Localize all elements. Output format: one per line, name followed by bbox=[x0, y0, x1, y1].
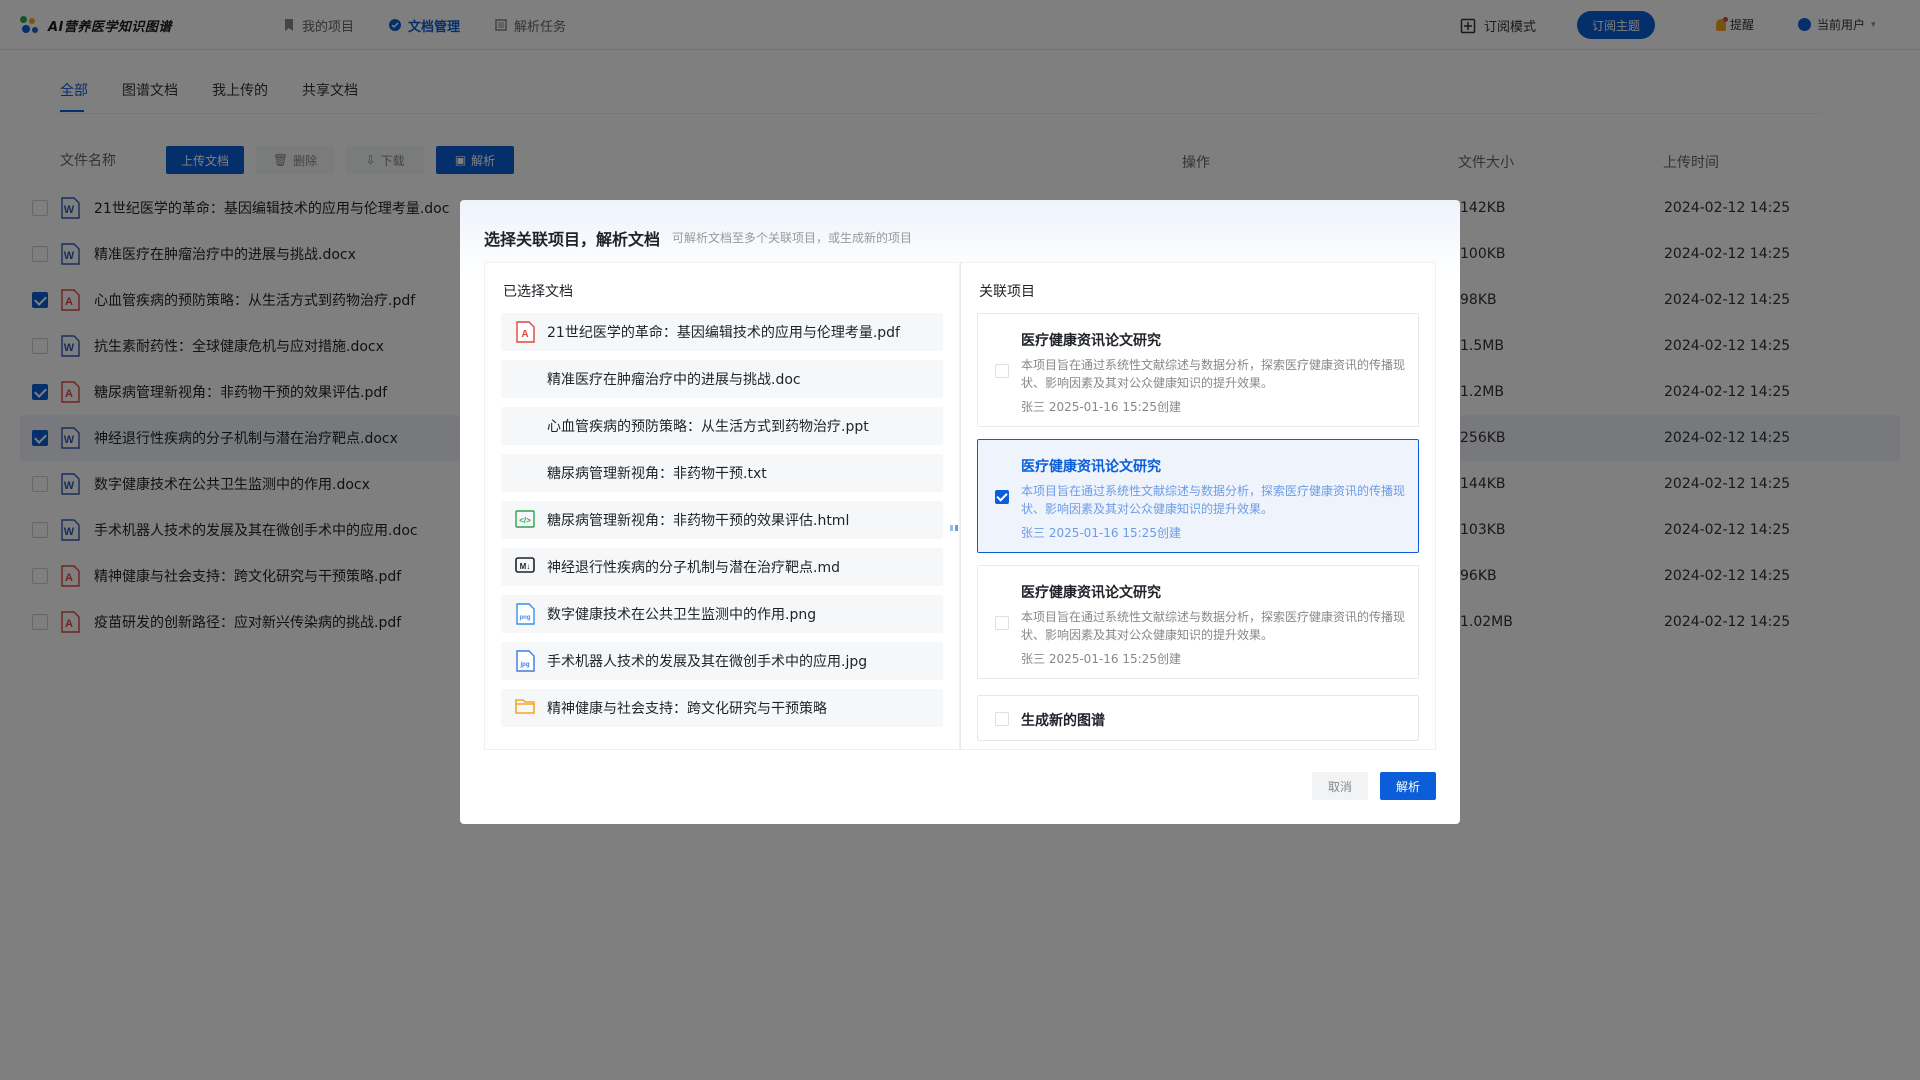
related-projects-title: 关联项目 bbox=[979, 284, 1035, 300]
selected-doc-name: 神经退行性疾病的分子机制与潜在治疗靶点.md bbox=[547, 560, 840, 576]
cancel-button[interactable]: 取消 bbox=[1312, 772, 1368, 800]
project-meta: 张三 2025-01-16 15:25创建 bbox=[1021, 652, 1181, 666]
project-checkbox[interactable] bbox=[995, 490, 1009, 504]
project-card[interactable]: 医疗健康资讯论文研究本项目旨在通过系统性文献综述与数据分析，探索医疗健康资讯的传… bbox=[977, 439, 1419, 553]
selected-doc-name: 数字健康技术在公共卫生监测中的作用.png bbox=[547, 607, 817, 623]
selected-doc-item[interactable]: </> 糖尿病管理新视角：非药物干预的效果评估.html bbox=[501, 501, 943, 539]
selected-doc-name: 精准医疗在肿瘤治疗中的进展与挑战.doc bbox=[547, 372, 801, 388]
new-graph-checkbox[interactable] bbox=[995, 712, 1009, 726]
dialog-subtitle: 可解析文档至多个关联项目，或生成新的项目 bbox=[672, 231, 913, 245]
svg-text:A: A bbox=[521, 329, 528, 340]
selected-doc-name: 手术机器人技术的发展及其在微创手术中的应用.jpg bbox=[547, 654, 868, 670]
folder-icon bbox=[515, 697, 535, 719]
project-title: 医疗健康资讯论文研究 bbox=[1021, 459, 1161, 475]
selected-doc-item[interactable]: png 数字健康技术在公共卫生监测中的作用.png bbox=[501, 595, 943, 633]
project-checkbox[interactable] bbox=[995, 364, 1009, 378]
project-card[interactable]: 医疗健康资讯论文研究本项目旨在通过系统性文献综述与数据分析，探索医疗健康资讯的传… bbox=[977, 565, 1419, 679]
new-graph-label: 生成新的图谱 bbox=[1021, 713, 1105, 729]
html-icon: </> bbox=[515, 509, 535, 531]
project-description: 本项目旨在通过系统性文献综述与数据分析，探索医疗健康资讯的传播现状、影响因素及其… bbox=[1021, 484, 1406, 516]
selected-doc-item[interactable]: 精神健康与社会支持：跨文化研究与干预策略 bbox=[501, 689, 943, 727]
svg-text:jpg: jpg bbox=[520, 662, 530, 668]
project-description: 本项目旨在通过系统性文献综述与数据分析，探索医疗健康资讯的传播现状、影响因素及其… bbox=[1021, 358, 1406, 390]
selected-doc-item[interactable]: jpg 手术机器人技术的发展及其在微创手术中的应用.jpg bbox=[501, 642, 943, 680]
jpg-icon: jpg bbox=[515, 650, 535, 672]
svg-text:</>: </> bbox=[519, 516, 531, 525]
project-title: 医疗健康资讯论文研究 bbox=[1021, 585, 1161, 601]
selected-doc-name: 精神健康与社会支持：跨文化研究与干预策略 bbox=[547, 701, 827, 717]
related-projects-panel: 关联项目 医疗健康资讯论文研究本项目旨在通过系统性文献综述与数据分析，探索医疗健… bbox=[960, 262, 1436, 750]
svg-text:png: png bbox=[520, 615, 531, 621]
project-card[interactable]: 医疗健康资讯论文研究本项目旨在通过系统性文献综述与数据分析，探索医疗健康资讯的传… bbox=[977, 313, 1419, 427]
selected-doc-item[interactable]: 心血管疾病的预防策略：从生活方式到药物治疗.ppt bbox=[501, 407, 943, 445]
selected-docs-panel: 已选择文档 A 21世纪医学的革命：基因编辑技术的应用与伦理考量.pdf 精准医疗在… bbox=[484, 262, 960, 750]
dialog-title: 选择关联项目，解析文档 bbox=[484, 230, 661, 249]
pdf-icon: A bbox=[515, 321, 535, 343]
confirm-parse-button[interactable]: 解析 bbox=[1380, 772, 1436, 800]
selected-doc-name: 心血管疾病的预防策略：从生活方式到药物治疗.ppt bbox=[547, 419, 869, 435]
project-description: 本项目旨在通过系统性文献综述与数据分析，探索医疗健康资讯的传播现状、影响因素及其… bbox=[1021, 610, 1406, 642]
selected-doc-name: 糖尿病管理新视角：非药物干预的效果评估.html bbox=[547, 513, 850, 529]
selected-docs-title: 已选择文档 bbox=[503, 284, 573, 300]
selected-doc-item[interactable]: A 21世纪医学的革命：基因编辑技术的应用与伦理考量.pdf bbox=[501, 313, 943, 351]
new-graph-option[interactable]: 生成新的图谱 bbox=[977, 695, 1419, 741]
project-checkbox[interactable] bbox=[995, 616, 1009, 630]
project-meta: 张三 2025-01-16 15:25创建 bbox=[1021, 526, 1181, 540]
selected-doc-name: 21世纪医学的革命：基因编辑技术的应用与伦理考量.pdf bbox=[547, 325, 900, 341]
selected-doc-item[interactable]: 精准医疗在肿瘤治疗中的进展与挑战.doc bbox=[501, 360, 943, 398]
selected-doc-item[interactable]: 糖尿病管理新视角：非药物干预.txt bbox=[501, 454, 943, 492]
markdown-icon: M↓ bbox=[515, 556, 535, 578]
parse-dialog: 选择关联项目，解析文档 可解析文档至多个关联项目，或生成新的项目 已选择文档 A… bbox=[460, 200, 1460, 824]
selected-doc-item[interactable]: M↓ 神经退行性疾病的分子机制与潜在治疗靶点.md bbox=[501, 548, 943, 586]
svg-text:M↓: M↓ bbox=[520, 562, 531, 571]
project-meta: 张三 2025-01-16 15:25创建 bbox=[1021, 400, 1181, 414]
selected-doc-name: 糖尿病管理新视角：非药物干预.txt bbox=[547, 466, 767, 482]
png-icon: png bbox=[515, 603, 535, 625]
project-title: 医疗健康资讯论文研究 bbox=[1021, 333, 1161, 349]
